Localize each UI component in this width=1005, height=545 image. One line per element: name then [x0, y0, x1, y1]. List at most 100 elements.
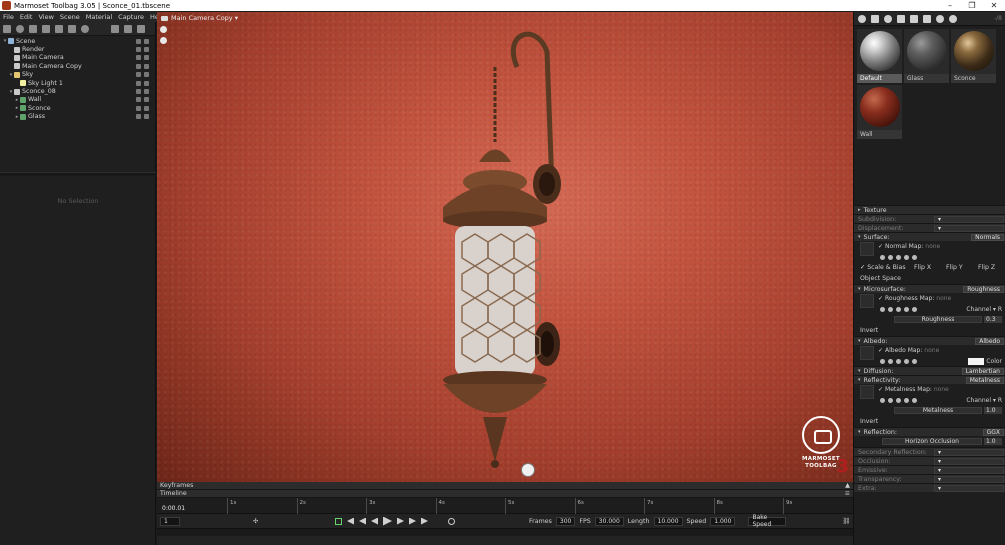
tree-item[interactable]: ▾ Scene — [0, 37, 155, 45]
subdivision-dropdown[interactable]: ▾ — [934, 216, 1004, 223]
brush-icon[interactable] — [896, 397, 901, 403]
roughness-invert-checkbox[interactable]: Invert — [860, 327, 878, 334]
reload-icon[interactable] — [904, 397, 909, 403]
settings-gear-icon[interactable] — [160, 26, 167, 33]
albedo-dropdown[interactable]: Albedo — [975, 338, 1004, 345]
camera-icon[interactable] — [29, 24, 37, 33]
first-frame-icon[interactable] — [347, 518, 354, 525]
length-field[interactable]: 10.000 — [653, 516, 683, 526]
metalness-value[interactable]: 1.0 — [984, 407, 1002, 414]
last-frame-icon[interactable] — [421, 517, 428, 525]
metalness-slider[interactable]: Metalness — [894, 407, 982, 414]
pick-tool-icon[interactable] — [160, 37, 167, 44]
albedo-color-swatch[interactable] — [968, 357, 984, 365]
next-frame-icon[interactable] — [397, 517, 404, 525]
tree-item[interactable]: ▸ Wall — [0, 96, 155, 104]
section-secondary-reflection[interactable]: Secondary Reflection: ▾ — [854, 447, 1005, 456]
reflection-dropdown[interactable]: GGX — [982, 429, 1004, 436]
search-icon[interactable] — [888, 397, 893, 403]
library-icon[interactable] — [923, 14, 931, 23]
timeline-header[interactable]: Timeline ≡ — [157, 490, 853, 498]
scale-bias-checkbox[interactable]: Scale & Bias — [867, 264, 905, 271]
visibility-eye-icon[interactable] — [144, 38, 149, 44]
timeline-ruler[interactable]: 0:00.01 1s 2s 3s 4s 5s 6s 7s 8s 9s — [157, 498, 853, 514]
loop-icon[interactable] — [335, 517, 342, 525]
object-space-checkbox[interactable]: Object Space — [860, 275, 901, 282]
camera-selector[interactable]: Main Camera Copy ▾ — [161, 14, 238, 22]
visibility-eye-icon[interactable] — [144, 55, 149, 61]
menu-file[interactable]: File — [0, 13, 17, 21]
gear-icon[interactable] — [880, 306, 885, 312]
tree-item[interactable]: ▸ Sconce — [0, 104, 155, 112]
gear-icon[interactable] — [880, 397, 885, 403]
displacement-dropdown[interactable]: ▾ — [934, 225, 1004, 232]
menu-view[interactable]: View — [35, 13, 56, 21]
section-surface[interactable]: ▾ Surface: Normals — [854, 232, 1005, 241]
visibility-eye-icon[interactable] — [144, 72, 149, 78]
secondary-reflection-dropdown[interactable]: ▾ — [934, 449, 1004, 456]
reload-icon[interactable] — [904, 254, 909, 260]
diffusion-dropdown[interactable]: Lambertian — [961, 368, 1004, 375]
visibility-eye-icon[interactable] — [144, 80, 149, 86]
section-albedo[interactable]: ▾ Albedo: Albedo — [854, 336, 1005, 345]
menu-edit[interactable]: Edit — [17, 13, 36, 21]
link-icon[interactable]: ⛓ — [842, 517, 850, 525]
keyframes-header[interactable]: Keyframes ▲ — [157, 482, 853, 490]
search-icon[interactable] — [888, 254, 893, 260]
visibility-eye-icon[interactable] — [144, 47, 149, 53]
gear-icon[interactable] — [880, 358, 885, 364]
lock-icon[interactable] — [136, 105, 141, 111]
roughness-channel-dropdown[interactable]: Channel ▾ R — [966, 306, 1002, 313]
timeline-track[interactable] — [157, 528, 853, 536]
tree-item[interactable]: Sky Light 1 — [0, 79, 155, 87]
section-displacement[interactable]: Displacement: ▾ — [854, 223, 1005, 232]
visibility-eye-icon[interactable] — [144, 89, 149, 95]
search-icon[interactable] — [888, 358, 893, 364]
material-thumbnail[interactable]: Glass — [904, 29, 949, 83]
brush-icon[interactable] — [896, 254, 901, 260]
section-reflectivity[interactable]: ▾ Reflectivity: Metalness — [854, 375, 1005, 384]
lock-icon[interactable] — [136, 114, 141, 120]
maximize-button[interactable]: ❐ — [961, 0, 983, 11]
folder-icon[interactable] — [897, 14, 905, 23]
keyframe-tool-icon[interactable]: ✣ — [253, 518, 258, 525]
gear-icon[interactable] — [880, 254, 885, 260]
lock-icon[interactable] — [136, 55, 141, 61]
sky-icon[interactable] — [81, 24, 89, 33]
fog-icon[interactable] — [55, 24, 63, 33]
pick-material-icon[interactable] — [884, 14, 892, 23]
lock-icon[interactable] — [136, 89, 141, 95]
trash-icon[interactable] — [910, 14, 918, 23]
visibility-eye-icon[interactable] — [144, 114, 149, 120]
add-material-icon[interactable] — [858, 14, 866, 23]
menu-capture[interactable]: Capture — [115, 13, 147, 21]
close-button[interactable]: ✕ — [983, 0, 1005, 11]
tree-item[interactable]: Main Camera Copy — [0, 62, 155, 70]
lock-icon[interactable] — [136, 97, 141, 103]
lock-icon[interactable] — [136, 47, 141, 53]
brush-icon[interactable] — [896, 306, 901, 312]
emissive-dropdown[interactable]: ▾ — [934, 467, 1004, 474]
next-key-icon[interactable] — [409, 517, 416, 525]
reflectivity-dropdown[interactable]: Metalness — [965, 377, 1004, 384]
duplicate-material-icon[interactable] — [871, 14, 879, 23]
reload-icon[interactable] — [904, 358, 909, 364]
lock-icon[interactable] — [136, 38, 141, 44]
menu-material[interactable]: Material — [83, 13, 115, 21]
horizon-occlusion-value[interactable]: 1.0 — [984, 438, 1002, 445]
tree-item[interactable]: ▸ Glass — [0, 113, 155, 121]
section-reflection[interactable]: ▾ Reflection: GGX — [854, 427, 1005, 436]
collapse-icon[interactable]: ≡ — [845, 490, 850, 497]
pin-icon[interactable]: ▲ — [845, 482, 850, 489]
flip-y-checkbox[interactable]: Flip Y — [946, 264, 963, 271]
trash-icon[interactable] — [137, 24, 145, 33]
prev-key-icon[interactable] — [359, 518, 366, 525]
light-gizmo[interactable] — [521, 463, 535, 477]
section-transparency[interactable]: Transparency: ▾ — [854, 474, 1005, 483]
surface-dropdown[interactable]: Normals — [971, 234, 1004, 241]
visibility-eye-icon[interactable] — [144, 97, 149, 103]
close-icon[interactable] — [912, 358, 917, 364]
section-texture[interactable]: ▸ Texture — [854, 205, 1005, 214]
speed-field[interactable]: 1.000 — [710, 516, 736, 526]
lock-icon[interactable] — [136, 72, 141, 78]
